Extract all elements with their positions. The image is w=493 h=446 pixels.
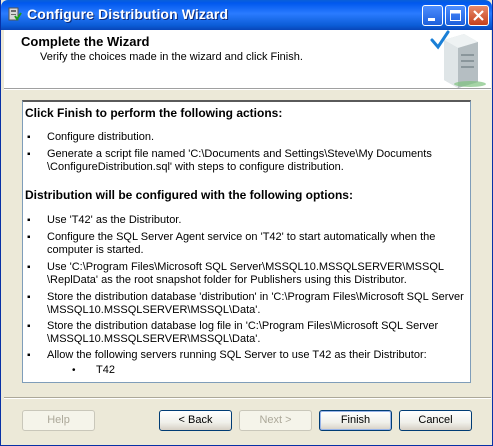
option-text: \MSSQL10.MSSQLSERVER\MSSQL\Data'. [47, 333, 261, 345]
title-bar[interactable]: Configure Distribution Wizard [1, 0, 492, 30]
action-text: \ConfigureDistribution.sql' with steps t… [47, 161, 344, 173]
bullet-icon: ▪ [27, 215, 31, 226]
minimize-icon [428, 18, 435, 21]
sub-bullet-icon: • [72, 365, 76, 376]
page-title: Complete the Wizard [21, 34, 150, 49]
option-item: Use 'T42' as the Distributor. [47, 214, 467, 227]
action-text: Generate a script file named 'C:\Documen… [47, 148, 432, 160]
wizard-header: Complete the Wizard Verify the choices m… [4, 30, 491, 89]
close-button[interactable] [468, 5, 489, 26]
server-check-icon [430, 30, 486, 88]
footer-divider-highlight [4, 398, 491, 399]
option-text: Allow the following servers running SQL … [47, 349, 427, 361]
action-item: Configure distribution. [47, 131, 467, 144]
cancel-button[interactable]: Cancel [399, 410, 472, 431]
actions-heading: Click Finish to perform the following ac… [25, 106, 283, 120]
bullet-icon: ▪ [27, 132, 31, 143]
option-text: Store the distribution database log file… [47, 320, 439, 332]
page-subtitle: Verify the choices made in the wizard an… [40, 51, 303, 63]
option-text: Configure the SQL Server Agent service o… [47, 231, 436, 243]
header-divider [4, 89, 491, 90]
option-item: Store the distribution database log file… [47, 320, 467, 346]
option-item: Allow the following servers running SQL … [47, 349, 467, 362]
close-icon [473, 10, 484, 21]
window-title: Configure Distribution Wizard [27, 6, 229, 22]
option-text: \MSSQL10.MSSQLSERVER\MSSQL\Data'. [47, 304, 261, 316]
option-text: Use 'C:\Program Files\Microsoft SQL Serv… [47, 261, 444, 273]
option-text: Use 'T42' as the Distributor. [47, 214, 182, 226]
option-text: \ReplData' as the root snapshot folder f… [47, 274, 407, 286]
wizard-app-icon [8, 7, 22, 21]
bullet-icon: ▪ [27, 262, 31, 273]
option-item: Use 'C:\Program Files\Microsoft SQL Serv… [47, 261, 467, 287]
action-text: Configure distribution. [47, 131, 155, 143]
action-item: Generate a script file named 'C:\Documen… [47, 148, 467, 174]
option-item: Store the distribution database 'distrib… [47, 291, 467, 317]
bullet-icon: ▪ [27, 350, 31, 361]
bullet-icon: ▪ [27, 232, 31, 243]
bullet-icon: ▪ [27, 149, 31, 160]
bullet-icon: ▪ [27, 292, 31, 303]
maximize-button[interactable] [445, 5, 466, 26]
maximize-icon [450, 10, 461, 21]
minimize-button[interactable] [422, 5, 443, 26]
options-heading: Distribution will be configured with the… [25, 188, 353, 202]
option-item: Configure the SQL Server Agent service o… [47, 231, 467, 257]
bullet-icon: ▪ [27, 321, 31, 332]
option-text: Store the distribution database 'distrib… [47, 291, 464, 303]
wizard-window: Configure Distribution Wizard Complete t… [0, 0, 493, 446]
server-item: T42 [96, 364, 115, 376]
finish-button[interactable]: Finish [319, 410, 392, 431]
back-button[interactable]: < Back [159, 410, 232, 431]
option-text: computer is started. [47, 244, 144, 256]
summary-box[interactable]: Click Finish to perform the following ac… [22, 100, 471, 383]
next-button[interactable]: Next > [239, 410, 312, 431]
help-button[interactable]: Help [22, 410, 95, 431]
